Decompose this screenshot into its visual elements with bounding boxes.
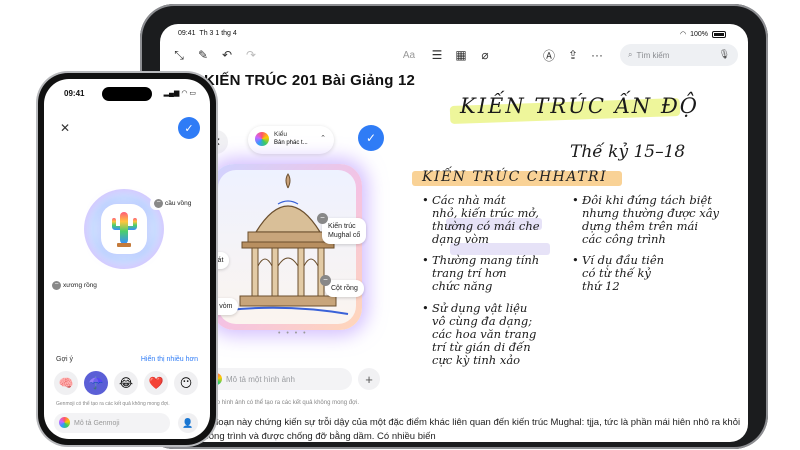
handwritten-subtitle: Thế kỷ 15–18 [570,142,686,162]
chip-label: xương rồng [63,282,97,290]
collapse-icon[interactable]: ⤡ [168,44,190,66]
iphone-device: 09:41 ▂▄▆ ◠ ▭ ✕ ✓ − cầu vồng − xương rồng [38,73,216,445]
bullet-dot: • [572,253,579,267]
beta-note: Genmoji có thể tạo ra các kết quả không … [56,401,170,407]
search-field[interactable]: ⌕ Tìm kiếm 🎙 [620,44,738,66]
checkmark-icon: ✓ [184,122,194,135]
chip-label: cầu vồng [165,200,192,208]
share-icon[interactable]: ⇪ [562,44,584,66]
suggestions-label: Gợi ý [56,356,74,363]
suggestion-laughing[interactable]: 😂 [114,371,138,395]
more-icon[interactable]: ··· [586,44,608,66]
style-icon [255,132,269,146]
chip-label: Kiến trúc Mughal cổ [328,223,361,239]
battery-icon [712,30,726,38]
product-composite: 09:41 Th 3 1 thg 4 ◠ 100% ⤡ ✎ ↶ ↷ Aa ☰ ▦… [0,0,800,450]
remove-icon[interactable]: − [320,275,331,286]
confirm-button[interactable]: ✓ [358,125,384,151]
concept-chip-cactus[interactable]: − xương rồng [48,279,101,292]
describe-placeholder: Mô tả một hình ảnh [226,374,295,384]
attachment-icon[interactable]: ⌀ [474,44,496,66]
suggestion-brain[interactable]: 🧠 [54,371,78,395]
remove-icon[interactable]: − [154,199,163,208]
suggestion-face[interactable]: 😶 [174,371,198,395]
disclaimer-text: Đủa phép hình ảnh có thể tạo ra các kết … [194,400,360,406]
markup-icon[interactable]: Ⓐ [538,44,560,66]
suggestion-umbrella[interactable]: ☂️ [84,371,108,395]
describe-image-input[interactable]: Mô tả một hình ảnh [204,368,352,390]
suggestions-row: 🧠 ☂️ 😂 ❤️ 😶 [54,371,204,395]
person-icon[interactable]: 👤 [178,413,198,433]
remove-icon[interactable]: − [317,213,328,224]
signal-battery-icons: ▂▄▆ ◠ ▭ [163,90,196,97]
page-indicator[interactable]: • • • • [278,330,308,337]
redo-icon[interactable]: ↷ [240,44,262,66]
dynamic-island [102,87,152,101]
handwritten-title: KIẾN TRÚC ẤN ĐỘ [460,94,700,118]
genmoji-icon [59,417,70,428]
microphone-icon[interactable]: 🎙 [719,49,730,60]
plus-icon: + [365,371,373,387]
confirm-button[interactable]: ✓ [178,117,200,139]
concept-chip-pillar[interactable]: − Cột rồng [320,275,364,297]
concept-chip-mughal[interactable]: − Kiến trúc Mughal cổ [317,213,367,244]
bullet-dot: • [572,193,579,207]
handwritten-note-3: Sử dụng vật liệu vô cùng đa dạng; các ho… [432,301,537,367]
table-icon[interactable]: ▦ [450,44,472,66]
chevron-updown-icon: ⌃ [320,135,326,142]
checkmark-icon: ✓ [365,131,377,145]
undo-icon[interactable]: ↶ [216,44,238,66]
show-more-link[interactable]: Hiển thị nhiều hơn [141,356,198,363]
ipad-status-bar: 09:41 Th 3 1 thg 4 ◠ 100% [160,28,748,42]
notes-toolbar: ⤡ ✎ ↶ ↷ Aa ☰ ▦ ⌀ Ⓐ ⇪ ··· ⌕ Tìm kiếm 🎙 [160,44,748,70]
style-picker[interactable]: Kiểu Bản phác t... ⌃ [248,126,334,154]
chhatri-sketch [218,170,356,324]
wifi-icon: ◠ [679,31,687,38]
bullet-dot: • [422,253,429,267]
search-placeholder: Tìm kiếm [636,50,670,60]
note-body-text: ử đoạn này chứng kiến sự trỗi dậy của mộ… [204,417,741,442]
checklist-icon[interactable]: ☰ [426,44,448,66]
search-icon: ⌕ [628,50,633,59]
chip-label: Cột rồng [331,285,358,292]
text-format-button[interactable]: Aa [398,44,420,66]
remove-icon[interactable]: − [52,281,61,290]
genmoji-preview[interactable] [101,204,147,254]
bullet-dot: • [422,193,429,207]
ipad-device: 09:41 Th 3 1 thg 4 ◠ 100% ⤡ ✎ ↶ ↷ Aa ☰ ▦… [140,4,768,449]
cactus-icon [112,212,137,247]
genmoji-input[interactable]: Mô tả Genmoji [54,413,170,433]
handwritten-section-heading: KIẾN TRÚC CHHATRI [422,169,608,185]
concept-chip-rainbow[interactable]: − cầu vồng [150,197,196,210]
status-time: 09:41 [64,89,85,98]
bullet-dot: • [422,301,429,315]
handwritten-note-4: Đôi khi đứng tách biệt nhưng thường được… [582,193,720,246]
input-placeholder: Mô tả Genmoji [74,419,120,427]
close-icon: ✕ [59,121,71,135]
handwritten-note-2: Thường mang tính trang trí hơn chức năng [432,253,540,293]
status-date: Th 3 1 thg 4 [199,30,237,37]
handwritten-note-1: Các nhà mát nhỏ, kiến trúc mở, thường có… [432,193,540,246]
chhatri-illustration [227,173,349,315]
handwritten-note-5: Ví dụ đầu tiên có từ thế kỷ thứ 12 [582,253,665,293]
battery-percent: 100% [690,30,708,38]
compose-icon[interactable]: ✎ [192,44,214,66]
note-title: KIẾN TRÚC 201 Bài Giảng 12 [204,72,416,89]
status-time: 09:41 [178,30,196,37]
iphone-screen: 09:41 ▂▄▆ ◠ ▭ ✕ ✓ − cầu vồng − xương rồng [44,79,210,439]
suggestion-heart[interactable]: ❤️ [144,371,168,395]
ipad-screen: 09:41 Th 3 1 thg 4 ◠ 100% ⤡ ✎ ↶ ↷ Aa ☰ ▦… [160,24,748,442]
add-button[interactable]: + [358,368,380,390]
close-button[interactable]: ✕ [54,117,76,139]
